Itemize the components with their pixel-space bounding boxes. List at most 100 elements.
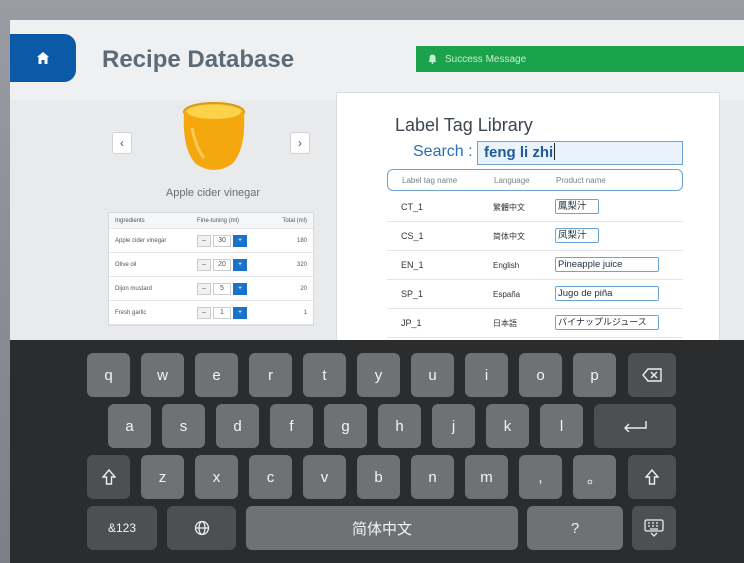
next-recipe-button[interactable]: › [290, 132, 310, 154]
key-i[interactable]: i [465, 353, 508, 397]
globe-icon [194, 520, 209, 536]
quantity-field[interactable]: 20 [213, 258, 231, 271]
shift-key-left[interactable] [87, 455, 130, 499]
label-tag-library: Label Tag Library Search : feng li zhi L… [336, 92, 720, 350]
prev-recipe-button[interactable]: ‹ [112, 132, 132, 154]
key-l[interactable]: l [540, 404, 583, 448]
key-n[interactable]: n [411, 455, 454, 499]
decrement-button[interactable]: – [197, 282, 211, 295]
table-row[interactable]: EN_1 English Pineapple juice [387, 251, 683, 280]
quantity-field[interactable]: 30 [213, 234, 231, 247]
language: 简体中文 [493, 231, 525, 241]
key-a[interactable]: a [108, 404, 151, 448]
total-value: 320 [296, 261, 307, 268]
ingredients-table: Ingredients Fine-tuning (ml) Total (ml) … [108, 212, 314, 326]
product-name-field[interactable]: Jugo de piña [555, 285, 659, 301]
column-header: Fine-tuning (ml) [197, 217, 240, 224]
recipe-name: Apple cider vinegar [165, 187, 261, 199]
decrement-button[interactable]: – [197, 258, 211, 271]
key-c[interactable]: c [249, 455, 292, 499]
language-key[interactable] [167, 506, 236, 550]
key-g[interactable]: g [324, 404, 367, 448]
table-row[interactable]: CS_1 简体中文 凤梨汁 [387, 222, 683, 251]
space-key[interactable]: 简体中文 [246, 506, 518, 550]
table-row[interactable]: SP_1 España Jugo de piña [387, 280, 683, 309]
table-row[interactable]: CT_1 繁體中文 鳳梨汁 [387, 193, 683, 222]
key-z[interactable]: z [141, 455, 184, 499]
increment-button[interactable]: + [233, 234, 247, 247]
key-q[interactable]: q [87, 353, 130, 397]
quantity-field[interactable]: 1 [213, 306, 231, 319]
app-header: Recipe Database Success Message [10, 20, 744, 100]
key-t[interactable]: t [303, 353, 346, 397]
key-period[interactable]: 。 [573, 455, 616, 499]
table-header: Ingredients Fine-tuning (ml) Total (ml) [109, 213, 313, 229]
increment-button[interactable]: + [233, 282, 247, 295]
key-d[interactable]: d [216, 404, 259, 448]
table-row: Dijon mustard –5 + 20 [109, 277, 313, 301]
column-header: Total (ml) [282, 217, 307, 224]
key-b[interactable]: b [357, 455, 400, 499]
increment-button[interactable]: + [233, 306, 247, 319]
key-p[interactable]: p [573, 353, 616, 397]
product-name-field[interactable]: Pineapple juice [555, 256, 659, 272]
success-banner: Success Message [416, 46, 744, 72]
hide-keyboard-key[interactable] [632, 506, 676, 550]
search-input[interactable]: feng li zhi [477, 141, 683, 165]
product-name-field[interactable]: パイナップルジュース [555, 314, 659, 330]
key-o[interactable]: o [519, 353, 562, 397]
key-k[interactable]: k [486, 404, 529, 448]
on-screen-keyboard: q w e r t y u i o p a s d f g h j k l z … [10, 340, 744, 563]
search-label: Search : [413, 143, 473, 160]
decrement-button[interactable]: – [197, 306, 211, 319]
key-j[interactable]: j [432, 404, 475, 448]
language: English [493, 260, 520, 270]
ingredient-name: Apple cider vinegar [115, 237, 167, 244]
key-y[interactable]: y [357, 353, 400, 397]
key-f[interactable]: f [270, 404, 313, 448]
backspace-icon [642, 368, 662, 382]
quantity-field[interactable]: 5 [213, 282, 231, 295]
home-button[interactable] [10, 34, 76, 82]
language: 繁體中文 [493, 202, 525, 212]
enter-icon [624, 421, 647, 432]
total-value: 180 [296, 237, 307, 244]
recipe-image [183, 102, 245, 170]
backspace-key[interactable] [628, 353, 676, 397]
key-question[interactable]: ? [527, 506, 623, 550]
total-value: 20 [300, 285, 307, 292]
shift-icon [645, 469, 659, 485]
language: España [493, 289, 521, 299]
increment-button[interactable]: + [233, 258, 247, 271]
home-icon [37, 52, 49, 64]
bell-icon [428, 54, 437, 64]
decrement-button[interactable]: – [197, 234, 211, 247]
column-header: Ingredients [115, 217, 145, 224]
key-m[interactable]: m [465, 455, 508, 499]
product-name-field[interactable]: 鳳梨汁 [555, 198, 599, 214]
numbers-key[interactable]: &123 [87, 506, 157, 550]
recipe-card: ‹ › Apple cider vinegar Ingredients Fine… [108, 92, 318, 350]
shift-icon [101, 469, 116, 485]
key-s[interactable]: s [162, 404, 205, 448]
key-w[interactable]: w [141, 353, 184, 397]
tag-name: CT_1 [401, 202, 424, 212]
key-r[interactable]: r [249, 353, 292, 397]
table-row: Apple cider vinegar –30 + 180 [109, 229, 313, 253]
banner-text: Success Message [445, 53, 527, 65]
column-header: Product name [556, 175, 606, 185]
product-name-field[interactable]: 凤梨汁 [555, 227, 599, 243]
key-u[interactable]: u [411, 353, 454, 397]
key-e[interactable]: e [195, 353, 238, 397]
table-row[interactable]: JP_1 日本語 パイナップルジュース [387, 309, 683, 338]
key-comma[interactable]: , [519, 455, 562, 499]
key-v[interactable]: v [303, 455, 346, 499]
key-h[interactable]: h [378, 404, 421, 448]
enter-key[interactable] [594, 404, 676, 448]
table-header: Label tag name Language Product name [387, 169, 683, 191]
tag-name: JP_1 [401, 318, 422, 328]
shift-key-right[interactable] [628, 455, 676, 499]
tag-name: SP_1 [401, 289, 424, 299]
column-header: Label tag name [402, 175, 458, 185]
key-x[interactable]: x [195, 455, 238, 499]
